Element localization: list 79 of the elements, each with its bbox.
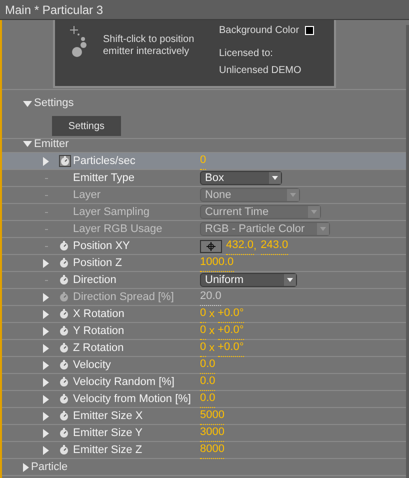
value-field[interactable]: 243.0 (260, 237, 288, 255)
stopwatch-icon[interactable] (59, 309, 69, 319)
twirl-right-icon[interactable] (23, 462, 29, 472)
stopwatch-icon[interactable] (59, 275, 69, 285)
stopwatch-icon[interactable] (59, 428, 69, 438)
parameter-label: Direction Spread [%] (73, 290, 174, 305)
parameter-row[interactable]: Direction Uniform (2, 272, 409, 289)
value-field[interactable]: 3000 (200, 424, 224, 442)
parameter-label: Emitter Size Z (73, 442, 142, 458)
parameter-label: Position Z (73, 256, 122, 271)
parameter-label: Emitter Size Y (73, 426, 142, 441)
value-field[interactable]: 0 (200, 305, 206, 323)
stopwatch-icon[interactable] (59, 326, 69, 336)
parameter-label: Layer Sampling (73, 204, 150, 220)
value-field[interactable]: 0.0 (200, 390, 216, 408)
dropdown: Current Time (200, 205, 321, 219)
section-header[interactable]: Settings (34, 95, 74, 112)
twirl-right-icon[interactable] (43, 156, 49, 166)
value-field[interactable]: 8000 (200, 441, 224, 459)
separator-text: x (209, 324, 215, 339)
value-field[interactable]: 1000.0 (200, 254, 234, 272)
stopwatch-icon[interactable] (59, 394, 69, 404)
crosshair-icon[interactable] (200, 240, 222, 252)
dropdown: None (200, 188, 300, 202)
hint-text: Shift-click to position emitter interactively (103, 33, 196, 58)
stopwatch-icon[interactable] (59, 241, 69, 251)
parameter-label: Emitter Size X (73, 408, 143, 424)
stopwatch-icon[interactable] (59, 360, 69, 370)
license-label: Licensed to: (219, 47, 274, 61)
parameter-label: Position XY (73, 238, 130, 254)
stopwatch-icon[interactable] (59, 343, 69, 353)
value-field[interactable]: 0 (200, 339, 206, 357)
stopwatch-icon[interactable] (59, 155, 71, 167)
parameter-label: Velocity Random [%] (73, 374, 174, 390)
value-field[interactable]: 0 (200, 322, 206, 340)
stopwatch-icon[interactable] (59, 258, 69, 268)
value-field[interactable]: 0.0 (200, 356, 216, 374)
color-swatch[interactable] (305, 26, 314, 34)
parameter-row[interactable]: Emitter Type Box (2, 170, 409, 187)
parameter-row[interactable]: Particles/sec 0 (2, 153, 409, 170)
parameter-label: Layer (73, 188, 101, 203)
caret-icon[interactable] (284, 274, 296, 286)
dropdown: RGB - Particle Color (200, 222, 330, 236)
parameter-label: Layer RGB Usage (73, 222, 162, 237)
separator-text: x (209, 340, 215, 356)
dropdown[interactable]: Uniform (200, 273, 297, 287)
parameter-row[interactable]: Position XY 432.0, 243.0 (2, 238, 409, 255)
value-field[interactable]: +0.0° (218, 322, 244, 340)
background-color-label: Background Color (219, 24, 300, 38)
twirl-down-icon[interactable] (23, 100, 32, 106)
license-name: Unlicensed DEMO (219, 64, 302, 78)
stopwatch-icon[interactable] (59, 377, 69, 387)
parameter-label: Particles/sec (73, 154, 136, 169)
section-header[interactable]: Emitter (34, 136, 69, 152)
parameter-label: X Rotation (73, 306, 124, 322)
dropdown[interactable]: Box (200, 171, 282, 185)
stopwatch-icon[interactable] (59, 411, 69, 421)
window-title: Main * Particular 3 (0, 0, 409, 20)
settings-button[interactable]: Settings (52, 116, 121, 136)
parameter-label: Direction (73, 272, 116, 288)
twirl-right-icon[interactable] (43, 258, 49, 268)
stopwatch-icon[interactable] (59, 445, 69, 455)
value-field[interactable]: 0 (200, 152, 206, 170)
parameter-label: Velocity (73, 358, 111, 373)
parameter-label: Y Rotation (73, 324, 124, 339)
section-header[interactable]: Particle (31, 458, 68, 476)
value-field[interactable]: 432.0 (226, 237, 254, 255)
value-field[interactable]: +0.0° (218, 339, 244, 357)
value-field[interactable]: 0.0 (200, 373, 216, 391)
value-field[interactable]: +0.0° (218, 305, 244, 323)
parameter-label: Velocity from Motion [%] (73, 392, 191, 407)
parameter-label: Z Rotation (73, 340, 124, 356)
value-field[interactable]: 5000 (200, 407, 224, 425)
caret-icon[interactable] (269, 172, 281, 184)
comma-text: , (254, 238, 257, 254)
value-field: 20.0 (200, 288, 222, 306)
separator-text: x (209, 306, 215, 322)
parameter-label: Emitter Type (73, 170, 135, 186)
twirl-down-icon[interactable] (23, 141, 32, 147)
